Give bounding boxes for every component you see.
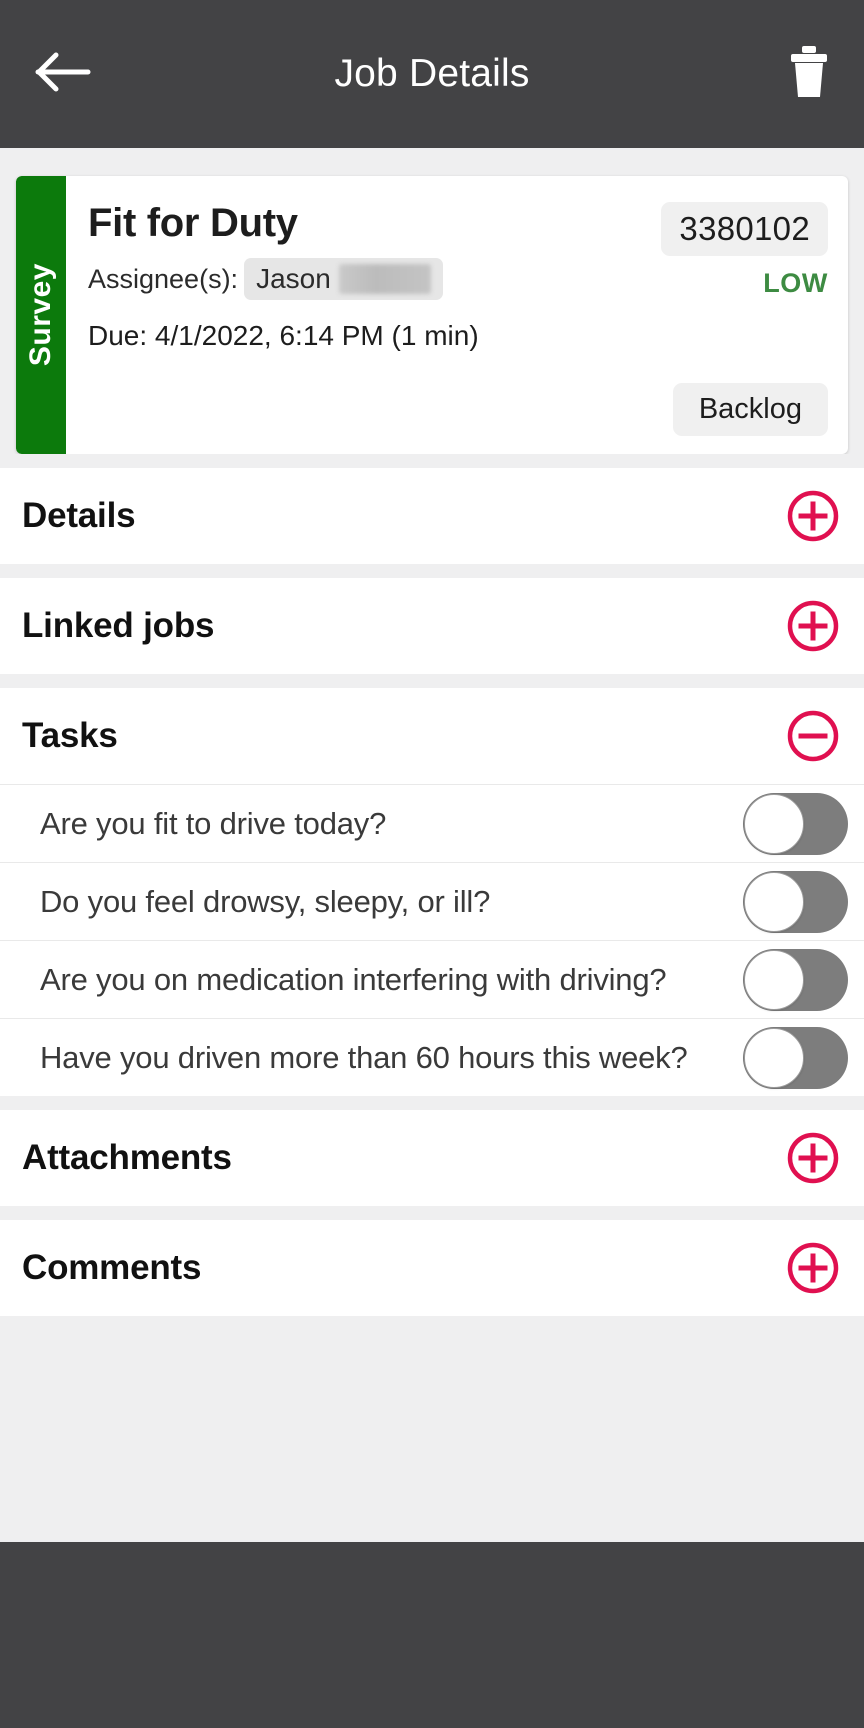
section-tasks-label: Tasks <box>22 716 118 755</box>
job-details-screen: Job Details Survey Fit for Duty Assignee… <box>0 0 864 1728</box>
plus-circle-icon[interactable] <box>784 487 842 545</box>
priority-badge: LOW <box>763 268 828 298</box>
task-row[interactable]: Are you fit to drive today? <box>0 784 864 862</box>
assignee-label: Assignee(s): <box>88 263 239 294</box>
section-linked-jobs-label: Linked jobs <box>22 606 215 645</box>
spacer <box>0 1206 864 1220</box>
section-comments-label: Comments <box>22 1248 202 1287</box>
job-type-label: Survey <box>24 263 57 367</box>
task-label: Are you fit to drive today? <box>40 805 387 841</box>
task-row[interactable]: Do you feel drowsy, sleepy, or ill? <box>0 862 864 940</box>
content-filler <box>0 1316 864 1542</box>
task-label: Are you on medication interfering with d… <box>40 961 667 997</box>
job-id-badge: 3380102 <box>661 202 828 256</box>
section-attachments-label: Attachments <box>22 1138 232 1177</box>
job-card-main: Fit for Duty Assignee(s): Jason Due: 4/1… <box>88 202 618 436</box>
assignee-chip[interactable]: Jason <box>244 258 443 300</box>
task-toggle[interactable] <box>743 792 848 855</box>
back-button[interactable] <box>34 39 104 109</box>
task-label: Have you driven more than 60 hours this … <box>40 1039 688 1075</box>
task-row[interactable]: Are you on medication interfering with d… <box>0 940 864 1018</box>
plus-circle-icon[interactable] <box>784 1239 842 1297</box>
app-bar: Job Details <box>0 0 864 148</box>
job-due-date: Due: 4/1/2022, 6:14 PM (1 min) <box>88 320 479 351</box>
toggle-knob <box>744 1027 804 1088</box>
delete-job-button[interactable] <box>760 39 830 109</box>
task-label: Do you feel drowsy, sleepy, or ill? <box>40 883 491 919</box>
plus-circle-icon[interactable] <box>784 1129 842 1187</box>
spacer <box>0 454 864 468</box>
job-card-container: Survey Fit for Duty Assignee(s): Jason D… <box>0 148 864 454</box>
page-title: Job Details <box>334 52 530 95</box>
job-type-tab: Survey <box>16 176 66 454</box>
bottom-navigation-bar <box>0 1542 864 1728</box>
section-comments[interactable]: Comments <box>0 1220 864 1316</box>
redacted-surname <box>338 264 431 294</box>
arrow-left-icon <box>34 49 92 100</box>
tasks-list: Are you fit to drive today? Do you feel … <box>0 784 864 1096</box>
spacer <box>0 564 864 578</box>
section-attachments[interactable]: Attachments <box>0 1110 864 1206</box>
toggle-knob <box>744 949 804 1010</box>
spacer <box>0 674 864 688</box>
task-row[interactable]: Have you driven more than 60 hours this … <box>0 1018 864 1096</box>
status-badge[interactable]: Backlog <box>672 383 828 436</box>
trash-icon <box>788 45 830 104</box>
section-details-label: Details <box>22 496 136 535</box>
task-toggle[interactable] <box>743 948 848 1011</box>
toggle-knob <box>744 871 804 932</box>
spacer <box>0 1096 864 1110</box>
task-toggle[interactable] <box>743 1026 848 1089</box>
job-card-body: Fit for Duty Assignee(s): Jason Due: 4/1… <box>66 176 848 454</box>
assignee-row: Assignee(s): Jason <box>88 258 618 300</box>
section-tasks[interactable]: Tasks <box>0 688 864 784</box>
assignee-name: Jason <box>256 263 331 294</box>
section-details[interactable]: Details <box>0 468 864 564</box>
plus-circle-icon[interactable] <box>784 597 842 655</box>
job-card[interactable]: Survey Fit for Duty Assignee(s): Jason D… <box>16 176 848 454</box>
toggle-knob <box>744 793 804 854</box>
section-linked-jobs[interactable]: Linked jobs <box>0 578 864 674</box>
job-title: Fit for Duty <box>88 201 298 245</box>
minus-circle-icon[interactable] <box>784 707 842 765</box>
task-toggle[interactable] <box>743 870 848 933</box>
